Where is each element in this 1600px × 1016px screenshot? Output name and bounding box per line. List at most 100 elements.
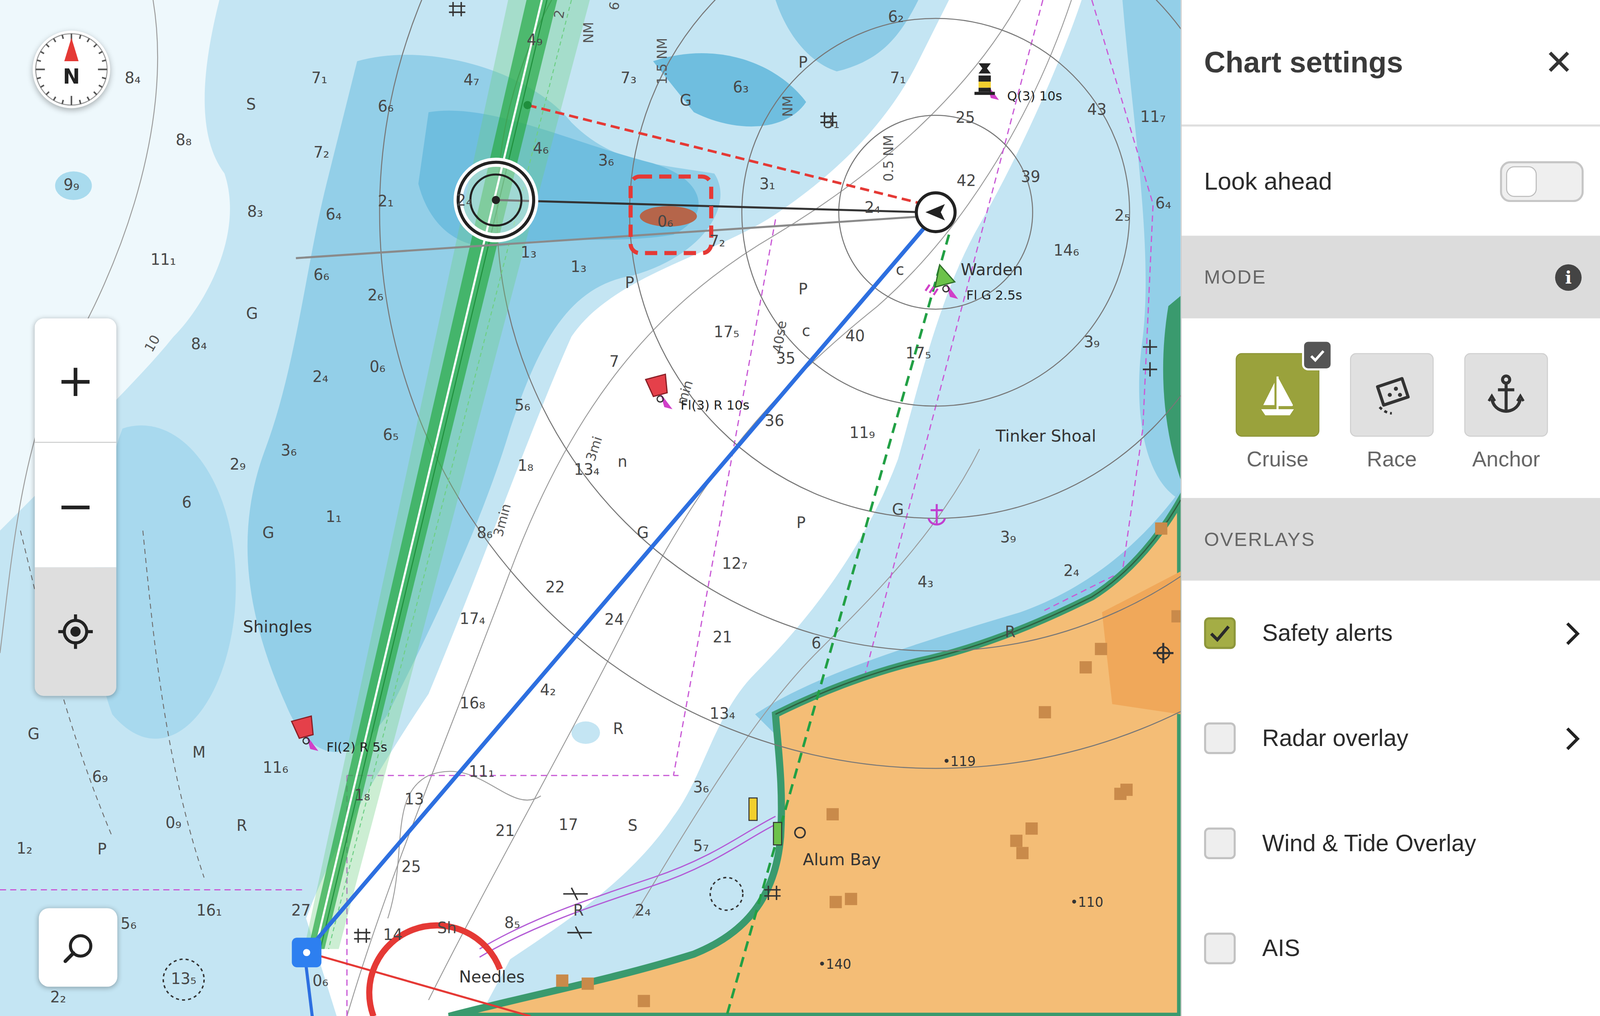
depth-sounding: 0₆ — [311, 972, 330, 991]
chevron-right-icon[interactable] — [1563, 620, 1582, 647]
depth-sounding: 1₂ — [15, 840, 34, 858]
overlay-checkbox[interactable] — [1204, 932, 1236, 965]
depth-sounding: 6₆ — [376, 98, 395, 116]
locate-button[interactable] — [34, 567, 117, 696]
look-ahead-toggle[interactable] — [1500, 160, 1584, 202]
depth-sounding: 13₅ — [170, 970, 198, 989]
compass[interactable]: N — [32, 30, 111, 109]
locate-icon — [58, 614, 93, 650]
race-icon — [1371, 372, 1413, 418]
selected-badge — [1302, 339, 1333, 371]
overlay-row[interactable]: AIS — [1181, 896, 1600, 1002]
place-name: Warden — [959, 261, 1024, 280]
seabed-letter: P — [797, 54, 809, 72]
mode-header-label: MODE — [1204, 266, 1267, 289]
mode-selector: CruiseRaceAnchor — [1181, 318, 1600, 498]
depth-sounding: 9₉ — [62, 176, 81, 195]
zoom-controls: +− — [34, 318, 117, 696]
depth-sounding: 17₅ — [712, 324, 741, 342]
overlays-header: OVERLAYS — [1181, 498, 1600, 581]
chart-annotation: 1.5 NM — [655, 36, 671, 86]
zoom-out-button[interactable]: − — [34, 442, 117, 568]
overlay-checkbox[interactable] — [1204, 722, 1236, 754]
depth-sounding: 12₇ — [720, 555, 749, 574]
depth-sounding: 3₁ — [822, 114, 841, 133]
overlay-row[interactable]: Radar overlay — [1181, 685, 1600, 791]
overlay-label: AIS — [1262, 934, 1582, 963]
seabed-letter: P — [624, 274, 636, 293]
depth-sounding: 1₈ — [516, 457, 535, 476]
depth-sounding: 3₉ — [999, 528, 1018, 547]
depth-sounding: 11₇ — [1139, 108, 1167, 126]
depth-sounding: 3₉ — [1082, 334, 1101, 352]
seabed-letter: S — [626, 817, 639, 836]
mode-option: Race — [1350, 353, 1434, 476]
compass-north-label: N — [32, 65, 111, 88]
mode-button[interactable] — [1464, 353, 1548, 437]
seabed-letter: G — [891, 501, 906, 519]
depth-sounding: 17₄ — [458, 610, 487, 628]
seabed-letter: c — [894, 261, 906, 280]
overlays-header-label: OVERLAYS — [1204, 528, 1316, 551]
depth-sounding: 0₆ — [368, 358, 387, 376]
spot-height: •110 — [1069, 895, 1105, 911]
depth-sounding: 22 — [544, 578, 566, 597]
check-icon — [1308, 346, 1327, 364]
depth-sounding: 6₉ — [91, 768, 110, 787]
depth-sounding: 2₄ — [311, 368, 330, 387]
mode-button[interactable] — [1350, 353, 1434, 437]
depth-sounding: 2₉ — [228, 456, 247, 474]
depth-sounding: 7₁ — [888, 69, 907, 88]
mode-button[interactable] — [1235, 353, 1320, 437]
depth-sounding: 2₂ — [49, 989, 68, 1007]
anchor-icon — [1485, 372, 1527, 418]
overlay-checkbox[interactable] — [1204, 827, 1236, 860]
depth-sounding: 2₅ — [1113, 207, 1132, 226]
buoy-icon — [964, 59, 1006, 104]
depth-sounding: 4₃ — [916, 574, 935, 592]
chart-annotation: NM — [582, 20, 598, 45]
depth-sounding: 42 — [955, 172, 978, 191]
look-ahead-row: Look ahead — [1181, 126, 1600, 236]
depth-sounding: 3₆ — [692, 778, 710, 797]
seabed-letter: G — [245, 305, 260, 324]
close-button[interactable]: ✕ — [1540, 37, 1578, 87]
depth-sounding: 2₄ — [455, 192, 474, 210]
depth-sounding: 43 — [1086, 101, 1108, 120]
depth-sounding: 11₁ — [149, 251, 178, 270]
overlay-checkbox[interactable] — [1204, 617, 1236, 649]
depth-sounding: 0₆ — [656, 213, 675, 232]
depth-sounding: 13₄ — [708, 705, 737, 724]
depth-sounding: 6₄ — [1154, 195, 1173, 213]
depth-sounding: 7₂ — [312, 144, 331, 162]
place-name: Shingles — [242, 618, 314, 637]
chevron-right-icon[interactable] — [1563, 724, 1582, 752]
look-ahead-label: Look ahead — [1204, 166, 1332, 196]
spot-height: •119 — [941, 754, 977, 770]
mode-header: MODE i — [1181, 235, 1600, 319]
depth-sounding: 8₄ — [123, 69, 142, 88]
seabed-letter: R — [1004, 624, 1017, 642]
chart-map[interactable]: 8₄7₁6₆4₇4₉7₃6₃6₂7₁8₈7₂4₆3₆3₁3₁9₉8₃6₄2₁2₄… — [0, 0, 1181, 1016]
depth-sounding: 4₂ — [538, 682, 557, 700]
depth-sounding: 5₇ — [692, 838, 710, 856]
panel-title: Chart settings — [1204, 45, 1403, 80]
depth-sounding: 27 — [290, 902, 312, 920]
search-button[interactable] — [38, 908, 118, 987]
overlay-label: Radar overlay — [1262, 724, 1564, 752]
depth-sounding: 8₈ — [174, 132, 193, 150]
info-button[interactable]: i — [1555, 263, 1582, 290]
depth-sounding: 25 — [954, 109, 976, 128]
depth-sounding: 2₄ — [634, 902, 652, 920]
zoom-in-button[interactable]: + — [34, 318, 117, 443]
overlay-row[interactable]: Wind & Tide Overlay — [1181, 790, 1600, 896]
depth-sounding: 36 — [763, 412, 786, 431]
overlay-row[interactable]: Safety alerts — [1181, 580, 1600, 686]
depth-sounding: 3₆ — [597, 152, 616, 170]
light-characteristic: Q(3) 10s — [1007, 88, 1063, 104]
depth-sounding: 7 — [608, 353, 620, 372]
depth-sounding: 14 — [382, 926, 404, 945]
light-characteristic: Fl G 2.5s — [966, 287, 1023, 303]
toggle-knob — [1506, 166, 1537, 197]
chart-annotation: NM — [781, 94, 797, 118]
